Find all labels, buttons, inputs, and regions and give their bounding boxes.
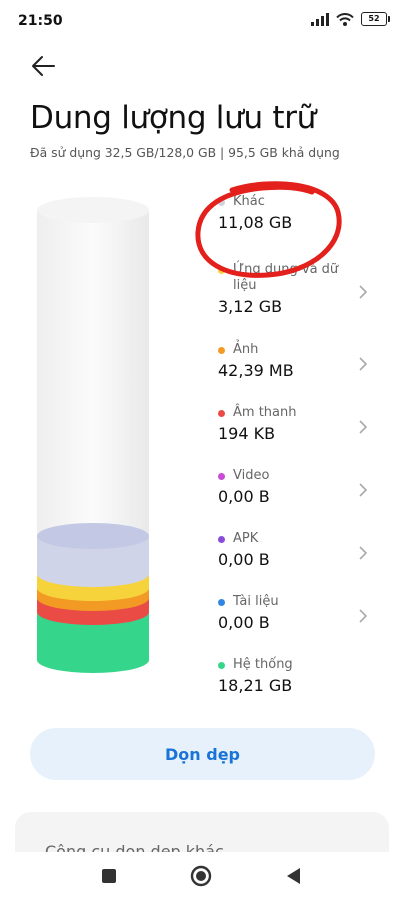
category-documents[interactable]: Tài liệu 0,00 B <box>210 594 380 656</box>
color-dot <box>218 410 225 417</box>
page-title: Dung lượng lưu trữ <box>30 100 317 136</box>
category-label: Video <box>233 468 270 483</box>
segment-apps <box>37 574 149 588</box>
category-size: 0,00 B <box>218 613 270 632</box>
status-bar: 21:50 52 <box>0 0 405 40</box>
category-label: Âm thanh <box>233 405 297 420</box>
cylinder-top <box>37 197 149 223</box>
color-dot <box>218 347 225 354</box>
chevron-right-icon <box>359 609 368 623</box>
circle-icon <box>190 865 212 887</box>
chevron-right-icon <box>359 285 368 299</box>
color-dot <box>218 662 225 669</box>
back-button[interactable] <box>30 52 58 80</box>
category-audio[interactable]: Âm thanh 194 KB <box>210 405 380 467</box>
segment-audio <box>37 598 149 612</box>
category-label: Khác <box>233 194 265 209</box>
color-dot <box>218 599 225 606</box>
category-size: 11,08 GB <box>218 213 293 232</box>
category-system: Hệ thống 18,21 GB <box>210 657 380 719</box>
arrow-left-icon <box>32 56 55 76</box>
category-photos[interactable]: Ảnh 42,39 MB <box>210 342 380 404</box>
category-apps-data[interactable]: Ứng dụng và dữ liệu 3,12 GB <box>210 262 380 324</box>
category-label: Ứng dụng và dữ liệu <box>233 262 339 293</box>
signal-icon <box>311 12 329 26</box>
category-label: Hệ thống <box>233 657 293 672</box>
category-size: 3,12 GB <box>218 297 283 316</box>
battery-icon: 52 <box>361 12 390 26</box>
category-size: 194 KB <box>218 424 276 443</box>
category-label: APK <box>233 531 259 546</box>
square-icon <box>102 869 116 883</box>
triangle-back-icon <box>287 868 300 884</box>
clean-button[interactable]: Dọn dẹp <box>30 728 375 780</box>
navigation-bar <box>0 852 405 900</box>
recents-button[interactable] <box>97 864 121 888</box>
category-size: 18,21 GB <box>218 676 293 695</box>
wifi-icon <box>336 12 354 26</box>
segment-system <box>37 612 149 660</box>
color-dot <box>218 267 225 274</box>
chevron-right-icon <box>359 420 368 434</box>
color-dot <box>218 536 225 543</box>
category-apk[interactable]: APK 0,00 B <box>210 531 380 593</box>
category-label: Tài liệu <box>233 594 279 609</box>
back-nav-button[interactable] <box>282 864 306 888</box>
cylinder-empty-body <box>37 210 149 540</box>
segment-other <box>37 536 149 574</box>
status-time: 21:50 <box>18 13 63 29</box>
chevron-right-icon <box>359 483 368 497</box>
status-icons: 52 <box>311 12 390 26</box>
category-label: Ảnh <box>233 342 259 357</box>
category-other[interactable]: Khác 11,08 GB <box>210 194 380 256</box>
color-dot <box>218 473 225 480</box>
chevron-right-icon <box>359 546 368 560</box>
home-button[interactable] <box>189 864 213 888</box>
color-dot <box>218 199 225 206</box>
category-size: 42,39 MB <box>218 361 294 380</box>
storage-summary: Đã sử dụng 32,5 GB/128,0 GB | 95,5 GB kh… <box>30 145 340 160</box>
category-size: 0,00 B <box>218 550 270 569</box>
category-size: 0,00 B <box>218 487 270 506</box>
segment-photos <box>37 588 149 598</box>
category-video[interactable]: Video 0,00 B <box>210 468 380 530</box>
chevron-right-icon <box>359 357 368 371</box>
